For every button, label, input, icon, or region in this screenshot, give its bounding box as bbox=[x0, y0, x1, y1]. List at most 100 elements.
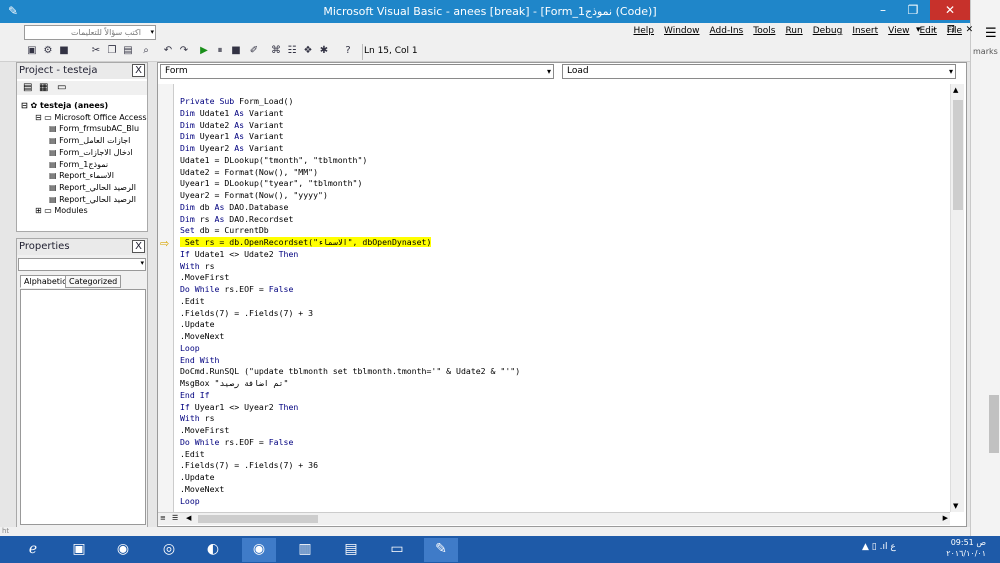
properties-icon[interactable]: ☷ bbox=[286, 45, 298, 57]
code-line[interactable]: Dim Uyear1 As Variant bbox=[180, 131, 950, 143]
tree-item[interactable]: ⊟ ✿ testeja (anees) bbox=[21, 101, 147, 110]
execution-pointer-icon[interactable]: ⇨ bbox=[160, 237, 169, 250]
code-line[interactable]: .Edit bbox=[180, 296, 950, 308]
toggle-folders-icon[interactable]: ▭ bbox=[57, 82, 66, 93]
toolbox-icon[interactable]: ✱ bbox=[318, 45, 330, 57]
object-browser-icon[interactable]: ❖ bbox=[302, 45, 314, 57]
procedure-view-icon[interactable]: ≡ bbox=[160, 514, 166, 522]
system-tray[interactable]: ▲ ▯ .ıl ع bbox=[862, 542, 896, 552]
code-line[interactable]: .Fields(7) = .Fields(7) + 36 bbox=[180, 460, 950, 472]
firefox-icon[interactable]: ◉ bbox=[106, 538, 140, 562]
tree-item[interactable]: ▤ Report_الرصيد الحالي bbox=[49, 183, 147, 192]
chrome-icon[interactable]: ◎ bbox=[152, 538, 186, 562]
help-icon[interactable]: ? bbox=[342, 45, 354, 57]
scroll-left-icon[interactable]: ◀ bbox=[186, 514, 191, 522]
code-line[interactable]: With rs bbox=[180, 261, 950, 273]
maximize-button[interactable]: ❐ bbox=[898, 0, 928, 20]
code-line[interactable]: Dim db As DAO.Database bbox=[180, 202, 950, 214]
run-icon[interactable]: ▶ bbox=[198, 45, 210, 57]
file-explorer-icon[interactable]: ▭ bbox=[380, 538, 414, 562]
code-line[interactable]: Dim rs As DAO.Recordset bbox=[180, 214, 950, 226]
internet-explorer-icon[interactable]: ℯ bbox=[16, 538, 50, 562]
media-player-icon[interactable]: ◐ bbox=[196, 538, 230, 562]
hamburger-menu-icon[interactable]: ☰ bbox=[985, 26, 997, 41]
properties-grid[interactable] bbox=[20, 289, 146, 525]
code-line[interactable]: Private Sub Form_Load() bbox=[180, 96, 950, 108]
code-line[interactable]: If Uyear1 <> Uyear2 Then bbox=[180, 402, 950, 414]
code-line[interactable]: Do While rs.EOF = False bbox=[180, 284, 950, 296]
access-view-icon[interactable]: ▣ bbox=[26, 45, 38, 57]
firefox-active-icon[interactable]: ◉ bbox=[242, 538, 276, 562]
paste-icon[interactable]: ▤ bbox=[122, 45, 134, 57]
tab-alphabetic[interactable]: Alphabetic bbox=[20, 275, 71, 288]
tree-item[interactable]: ▤ Form_frmsubAC_Blu bbox=[49, 124, 147, 133]
code-line[interactable]: Set db = CurrentDb bbox=[180, 225, 950, 237]
code-line[interactable]: Udate1 = DLookup("tmonth", "tblmonth") bbox=[180, 155, 950, 167]
properties-close-button[interactable]: X bbox=[132, 240, 145, 253]
code-margin[interactable] bbox=[158, 84, 174, 512]
redo-icon[interactable]: ↷ bbox=[178, 45, 190, 57]
code-line[interactable]: .Fields(7) = .Fields(7) + 3 bbox=[180, 308, 950, 320]
code-line[interactable]: Dim Udate1 As Variant bbox=[180, 108, 950, 120]
cut-icon[interactable]: ✂ bbox=[90, 45, 102, 57]
ask-question-box[interactable]: اكتب سؤالاً للتعليمات ▾ bbox=[24, 25, 156, 40]
tree-item[interactable]: ▤ Form_نموذج1 bbox=[49, 160, 147, 169]
scroll-up-icon[interactable]: ▲ bbox=[953, 86, 958, 94]
menu-debug[interactable]: Debug bbox=[813, 26, 843, 40]
chevron-down-icon[interactable]: ▾ bbox=[547, 65, 551, 78]
code-line[interactable]: Dim Udate2 As Variant bbox=[180, 120, 950, 132]
save-icon[interactable]: ■ bbox=[58, 45, 70, 57]
project-explorer-icon[interactable]: ⌘ bbox=[270, 45, 282, 57]
tree-item[interactable]: ▤ Form_اجازات العامل bbox=[49, 136, 147, 145]
access-app-icon[interactable]: ✎ bbox=[424, 538, 458, 562]
code-line[interactable]: .MoveFirst bbox=[180, 272, 950, 284]
code-line[interactable]: MsgBox "تم اضافة رصيد" bbox=[180, 378, 950, 390]
code-line[interactable]: If Udate1 <> Udate2 Then bbox=[180, 249, 950, 261]
reset-icon[interactable]: ■ bbox=[230, 45, 242, 57]
insert-module-icon[interactable]: ⚙ bbox=[42, 45, 54, 57]
tree-item[interactable]: ⊟ ▭ Microsoft Office Access C bbox=[35, 113, 147, 122]
code-line[interactable]: .MoveNext bbox=[180, 484, 950, 496]
code-line[interactable]: .Edit bbox=[180, 449, 950, 461]
tab-categorized[interactable]: Categorized bbox=[65, 275, 122, 288]
tree-item[interactable]: ▤ Form_ادخال الاجازات bbox=[49, 148, 147, 157]
view-object-icon[interactable]: ▦ bbox=[39, 82, 48, 93]
code-line[interactable]: .MoveFirst bbox=[180, 425, 950, 437]
code-line[interactable]: Loop bbox=[180, 496, 950, 508]
procedure-combo[interactable]: Load ▾ bbox=[562, 64, 956, 79]
code-line[interactable]: Do While rs.EOF = False bbox=[180, 437, 950, 449]
properties-object-combo[interactable]: ▾ bbox=[18, 258, 146, 271]
scroll-down-icon[interactable]: ▼ bbox=[953, 502, 958, 510]
code-line[interactable]: Uyear1 = DLookup("tyear", "tblmonth") bbox=[180, 178, 950, 190]
menu-add-ins[interactable]: Add-Ins bbox=[710, 26, 744, 40]
menu-help[interactable]: Help bbox=[634, 26, 655, 40]
copy-icon[interactable]: ❐ bbox=[106, 45, 118, 57]
menu-view[interactable]: View bbox=[888, 26, 909, 40]
mdi-window-controls[interactable]: ▾ – ❐ ✕ bbox=[916, 25, 977, 35]
code-line[interactable]: End With bbox=[180, 355, 950, 367]
documents-icon[interactable]: ▥ bbox=[288, 538, 322, 562]
code-horizontal-scrollbar[interactable]: ≡ ☰ ◀ ▶ bbox=[158, 512, 950, 525]
menu-run[interactable]: Run bbox=[785, 26, 802, 40]
tree-item[interactable]: ▤ Report_الرصيد الحالي bbox=[49, 195, 147, 204]
code-line[interactable]: Uyear2 = Format(Now(), "yyyy") bbox=[180, 190, 950, 202]
code-vertical-scrollbar[interactable]: ▲ ▼ bbox=[950, 84, 964, 512]
code-line[interactable]: DoCmd.RunSQL ("update tblmonth set tblmo… bbox=[180, 366, 950, 378]
code-horizontal-scroll-thumb[interactable] bbox=[198, 515, 318, 523]
code-editor[interactable]: Private Sub Form_Load() Dim Udate1 As Var… bbox=[180, 96, 950, 507]
winrar-icon[interactable]: ▤ bbox=[334, 538, 368, 562]
code-line[interactable]: .Update bbox=[180, 319, 950, 331]
view-code-icon[interactable]: ▤ bbox=[23, 82, 32, 93]
code-line[interactable]: Loop bbox=[180, 343, 950, 355]
chevron-down-icon[interactable]: ▾ bbox=[949, 65, 953, 78]
project-close-button[interactable]: X bbox=[132, 64, 145, 77]
taskbar-clock[interactable]: 09:51 ص ٢٠١٦/١٠/٠١ bbox=[942, 537, 986, 559]
code-line[interactable]: End If bbox=[180, 390, 950, 402]
code-line[interactable]: .Update bbox=[180, 472, 950, 484]
close-button[interactable]: ✕ bbox=[930, 0, 970, 20]
object-combo[interactable]: Form ▾ bbox=[160, 64, 554, 79]
code-line[interactable]: Dim Uyear2 As Variant bbox=[180, 143, 950, 155]
scroll-right-icon[interactable]: ▶ bbox=[943, 514, 948, 522]
menu-window[interactable]: Window bbox=[664, 26, 700, 40]
tree-item[interactable]: ⊞ ▭ Modules bbox=[35, 206, 147, 215]
